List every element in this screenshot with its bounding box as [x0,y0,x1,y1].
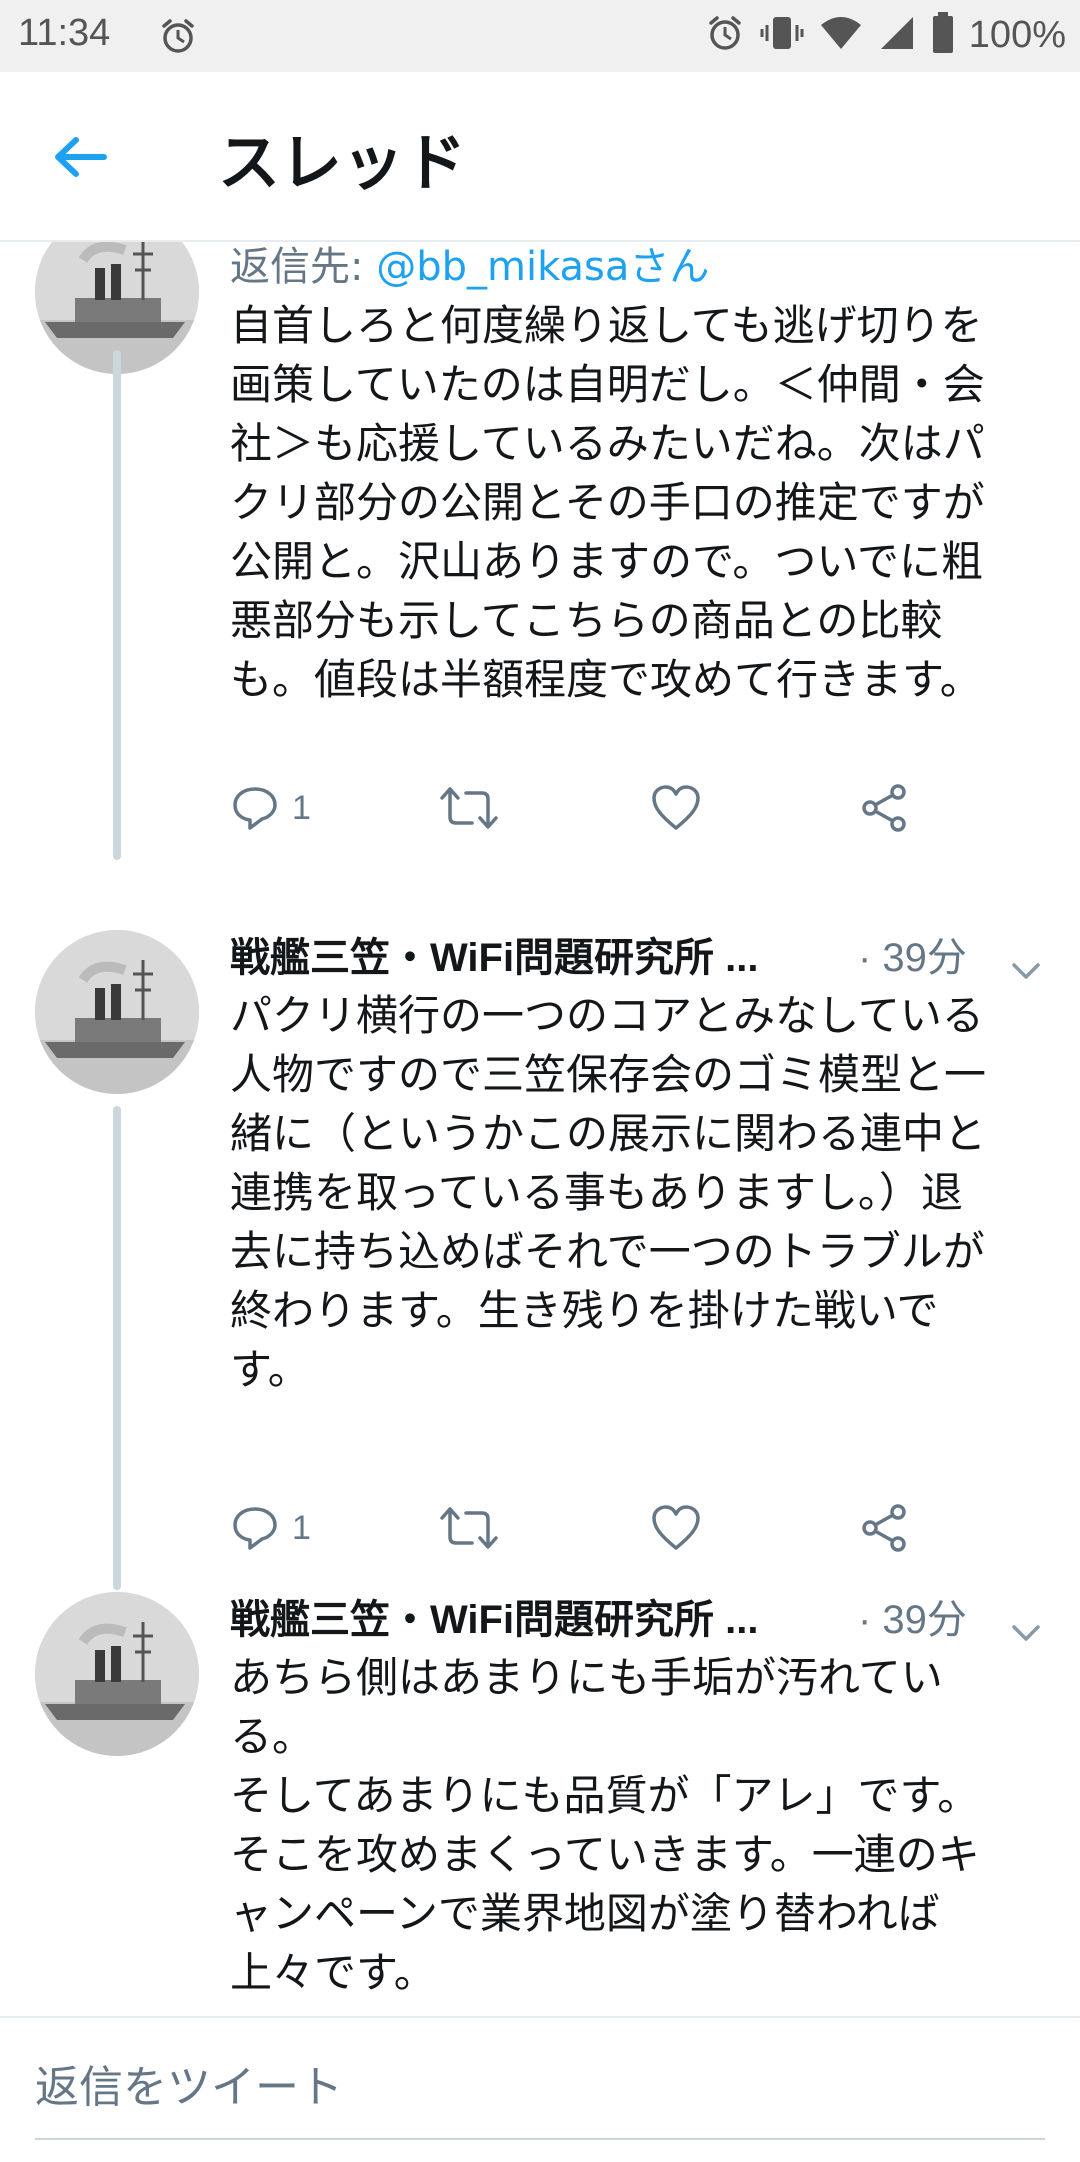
reply-icon [233,1507,277,1550]
like-button[interactable] [650,778,702,838]
reply-composer: 返信をツイート [0,2016,1080,2162]
tweet-1[interactable]: 返信先: @bb_mikasaさん 自首しろと何度繰り返しても逃げ切りを 画策し… [0,240,1080,870]
battery-percent: 100% [968,13,1066,56]
tweet-header: 戦艦三笠・WiFi問題研究所 ... · 39分 [230,1590,1050,1650]
thread-connector [113,350,121,860]
chevron-down-icon[interactable] [1010,944,1042,979]
tweet-time: · 39分 [858,936,967,980]
reply-to-line: 返信先: @bb_mikasaさん [230,240,709,296]
status-bar: 11:34 100% [0,0,1080,72]
avatar[interactable] [35,930,199,1094]
share-icon [862,1504,906,1552]
reply-button[interactable]: 1 [230,778,311,838]
retweet-icon [440,787,498,829]
battery-icon [931,12,955,58]
tweet-header: 戦艦三笠・WiFi問題研究所 ... · 39分 [230,928,1050,988]
back-arrow-icon[interactable] [50,132,110,182]
author-name[interactable]: 戦艦三笠・WiFi問題研究所 ... [230,928,759,988]
alarm-icon [705,13,745,57]
retweet-button[interactable] [440,778,498,838]
chevron-down-icon[interactable] [1010,1606,1042,1641]
reply-to-handle-link[interactable]: @bb_mikasaさん [376,244,709,290]
reply-input[interactable]: 返信をツイート [35,2058,1045,2140]
like-button[interactable] [650,1498,702,1558]
app-header: スレッド [0,72,1080,242]
status-time: 11:34 [18,12,111,54]
wifi-icon [819,13,863,57]
retweet-button[interactable] [440,1498,498,1558]
thread-list[interactable]: 返信先: @bb_mikasaさん 自首しろと何度繰り返しても逃げ切りを 画策し… [0,240,1080,2016]
reply-to-prefix: 返信先: [230,244,377,290]
author-name[interactable]: 戦艦三笠・WiFi問題研究所 ... [230,1590,759,1650]
tweet-time: · 39分 [858,1598,967,1642]
reply-icon [233,787,277,830]
page-title: スレッド [218,126,467,199]
tweet-3[interactable]: 戦艦三笠・WiFi問題研究所 ... · 39分 あちら側はあまりにも手垢が汚れ… [0,1592,1080,2016]
retweet-icon [440,1507,498,1549]
reply-button[interactable]: 1 [230,1498,311,1558]
share-icon [862,784,906,832]
tweet-actions: 1 [230,778,930,838]
tweet-text: 自首しろと何度繰り返しても逃げ切りを 画策していたのは自明だし。＜仲間・会 社＞… [230,301,985,704]
like-icon [652,785,700,830]
reply-count: 1 [292,1508,311,1547]
thread-connector [113,1106,121,1590]
vibrate-icon [759,13,805,57]
reply-count: 1 [292,788,311,827]
share-button[interactable] [860,1498,910,1558]
tweet-2[interactable]: 戦艦三笠・WiFi問題研究所 ... · 39分 パクリ横行の一つのコアとみなし… [0,930,1080,1590]
share-button[interactable] [860,778,910,838]
tweet-text: あちら側はあまりにも手垢が汚れてい る。 そしてあまりにも品質が「アレ」です。 … [230,1653,980,1997]
avatar[interactable] [35,1592,199,1756]
signal-icon [877,13,917,57]
like-icon [652,1505,700,1550]
tweet-text: パクリ横行の一つのコアとみなしている 人物ですので三笠保存会のゴミ模型と一 緒に… [230,991,987,1394]
tweet-actions: 1 [230,1498,930,1558]
alarm-icon [158,16,198,60]
